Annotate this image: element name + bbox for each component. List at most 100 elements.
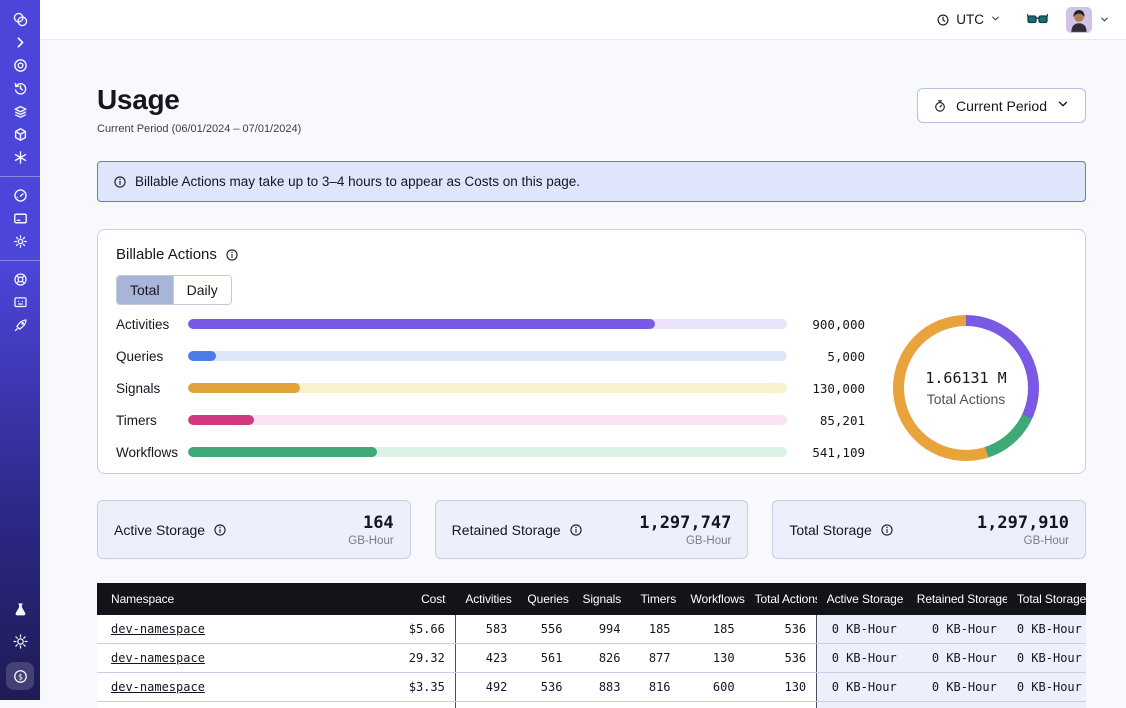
labs-flask-icon[interactable] [6, 598, 34, 621]
column-header-namespace: Namespace [97, 583, 297, 615]
bar-chart: Activities 900,000 Queries 5,000 Signals [116, 317, 865, 460]
tab-daily[interactable]: Daily [173, 276, 231, 304]
bar-fill [188, 415, 254, 425]
stat-label: Total Storage [789, 522, 894, 538]
billing-card-icon[interactable] [6, 207, 34, 230]
bar-fill [188, 383, 300, 393]
bar-value: 130,000 [801, 381, 865, 396]
cell-namespace: dev-namespace [97, 673, 297, 702]
bar-track [188, 447, 787, 457]
cell-retained_storage [907, 702, 1007, 708]
column-header-active_storage: Active Storage [817, 583, 907, 615]
cell-total_actions: 536 [745, 644, 817, 673]
table-row: dev-namespace$5.665835569941851855360 KB… [97, 615, 1086, 644]
bar-label: Queries [116, 349, 188, 364]
column-header-total_actions: Total Actions [745, 583, 817, 615]
billable-actions-title-text: Billable Actions [116, 246, 217, 263]
cell-total_storage: 0 KB-Hour [1007, 644, 1086, 673]
bar-value: 541,109 [801, 445, 865, 460]
svg-text:$: $ [17, 672, 22, 681]
usage-gauge-icon[interactable] [6, 184, 34, 207]
cell-cost: $3.35 [297, 673, 455, 702]
cell-queries: 556 [517, 615, 572, 644]
billable-actions-title: Billable Actions [116, 246, 1067, 263]
namespaces-icon[interactable] [6, 54, 34, 77]
cell-workflows: 130 [681, 644, 745, 673]
table-header-row: NamespaceCostActivitiesQueriesSignalsTim… [97, 583, 1086, 615]
user-avatar[interactable] [1066, 7, 1092, 33]
topbar: UTC [40, 0, 1126, 40]
bar-label: Workflows [116, 445, 188, 460]
bar-track [188, 319, 787, 329]
timezone-label: UTC [956, 12, 984, 27]
info-icon[interactable] [880, 523, 894, 537]
column-header-total_storage: Total Storage [1007, 583, 1086, 615]
sidebar: $ [0, 0, 40, 700]
settings-gear-icon[interactable] [6, 230, 34, 253]
support-lifebuoy-icon[interactable] [6, 268, 34, 291]
cell-signals [572, 702, 630, 708]
current-period-subtitle: Current Period (06/01/2024 – 07/01/2024) [97, 123, 301, 135]
nexus-asterisk-icon[interactable] [6, 146, 34, 169]
namespace-link[interactable]: dev-namespace [111, 622, 205, 636]
history-icon[interactable] [6, 77, 34, 100]
info-icon[interactable] [225, 248, 239, 262]
cell-cost [297, 702, 455, 708]
theme-sun-icon[interactable] [6, 630, 34, 653]
stat-unit: GB-Hour [348, 535, 393, 547]
cell-total_storage [1007, 702, 1086, 708]
chevron-down-icon [990, 12, 1001, 27]
sidebar-bottom-group: $ [6, 598, 34, 690]
cell-activities: 583 [455, 615, 517, 644]
info-icon[interactable] [213, 523, 227, 537]
namespace-link[interactable]: dev-namespace [111, 680, 205, 694]
column-header-workflows: Workflows [681, 583, 745, 615]
bar-value: 85,201 [801, 413, 865, 428]
timezone-selector[interactable]: UTC [936, 12, 1001, 27]
tab-total[interactable]: Total [117, 276, 173, 304]
stat-label-text: Retained Storage [452, 522, 561, 538]
cell-workflows [681, 702, 745, 708]
expand-sidebar-icon[interactable] [6, 31, 34, 54]
cell-cost: 29.32 [297, 644, 455, 673]
cell-active_storage [817, 702, 907, 708]
app-root: $ UTC [0, 0, 1126, 700]
usage-nav-active-button[interactable]: $ [6, 662, 34, 690]
cell-total_storage: 0 KB-Hour [1007, 673, 1086, 702]
cell-timers: 185 [631, 615, 681, 644]
namespace-link[interactable]: dev-namespace [111, 651, 205, 665]
feedback-screen-icon[interactable] [6, 291, 34, 314]
active-storage-card: Active Storage 164 GB-Hour [97, 500, 411, 559]
bar-value: 5,000 [801, 349, 865, 364]
temporal-logo-icon[interactable] [6, 8, 34, 31]
cell-active_storage: 0 KB-Hour [817, 673, 907, 702]
period-button-label: Current Period [956, 98, 1047, 114]
glasses-icon[interactable] [1027, 12, 1048, 28]
storage-stat-cards: Active Storage 164 GB-Hour Retained Stor… [97, 500, 1086, 559]
chevron-down-icon[interactable] [1099, 14, 1110, 25]
bar-row-signals: Signals 130,000 [116, 381, 865, 396]
layers-icon[interactable] [6, 100, 34, 123]
table-row: dev-namespace$3.354925368838166001300 KB… [97, 673, 1086, 702]
cell-activities [455, 702, 517, 708]
stat-value: 164 [348, 513, 393, 533]
info-icon[interactable] [569, 523, 583, 537]
chevron-down-icon [1056, 97, 1070, 114]
table-row [97, 702, 1086, 708]
total-storage-card: Total Storage 1,297,910 GB-Hour [772, 500, 1086, 559]
usage-dollar-icon: $ [10, 666, 30, 686]
bar-label: Activities [116, 317, 188, 332]
page-content: Usage Current Period (06/01/2024 – 07/01… [40, 40, 1126, 708]
billable-actions-card: Billable Actions Total Daily Activities … [97, 229, 1086, 474]
cube-icon[interactable] [6, 123, 34, 146]
stat-label: Retained Storage [452, 522, 583, 538]
column-header-queries: Queries [517, 583, 572, 615]
bar-track [188, 351, 787, 361]
rocket-icon[interactable] [6, 314, 34, 337]
cell-activities: 492 [455, 673, 517, 702]
bar-fill [188, 351, 216, 361]
banner-text: Billable Actions may take up to 3–4 hour… [135, 174, 580, 189]
cell-namespace [97, 702, 297, 708]
period-selector-button[interactable]: Current Period [917, 88, 1086, 123]
stat-label: Active Storage [114, 522, 227, 538]
